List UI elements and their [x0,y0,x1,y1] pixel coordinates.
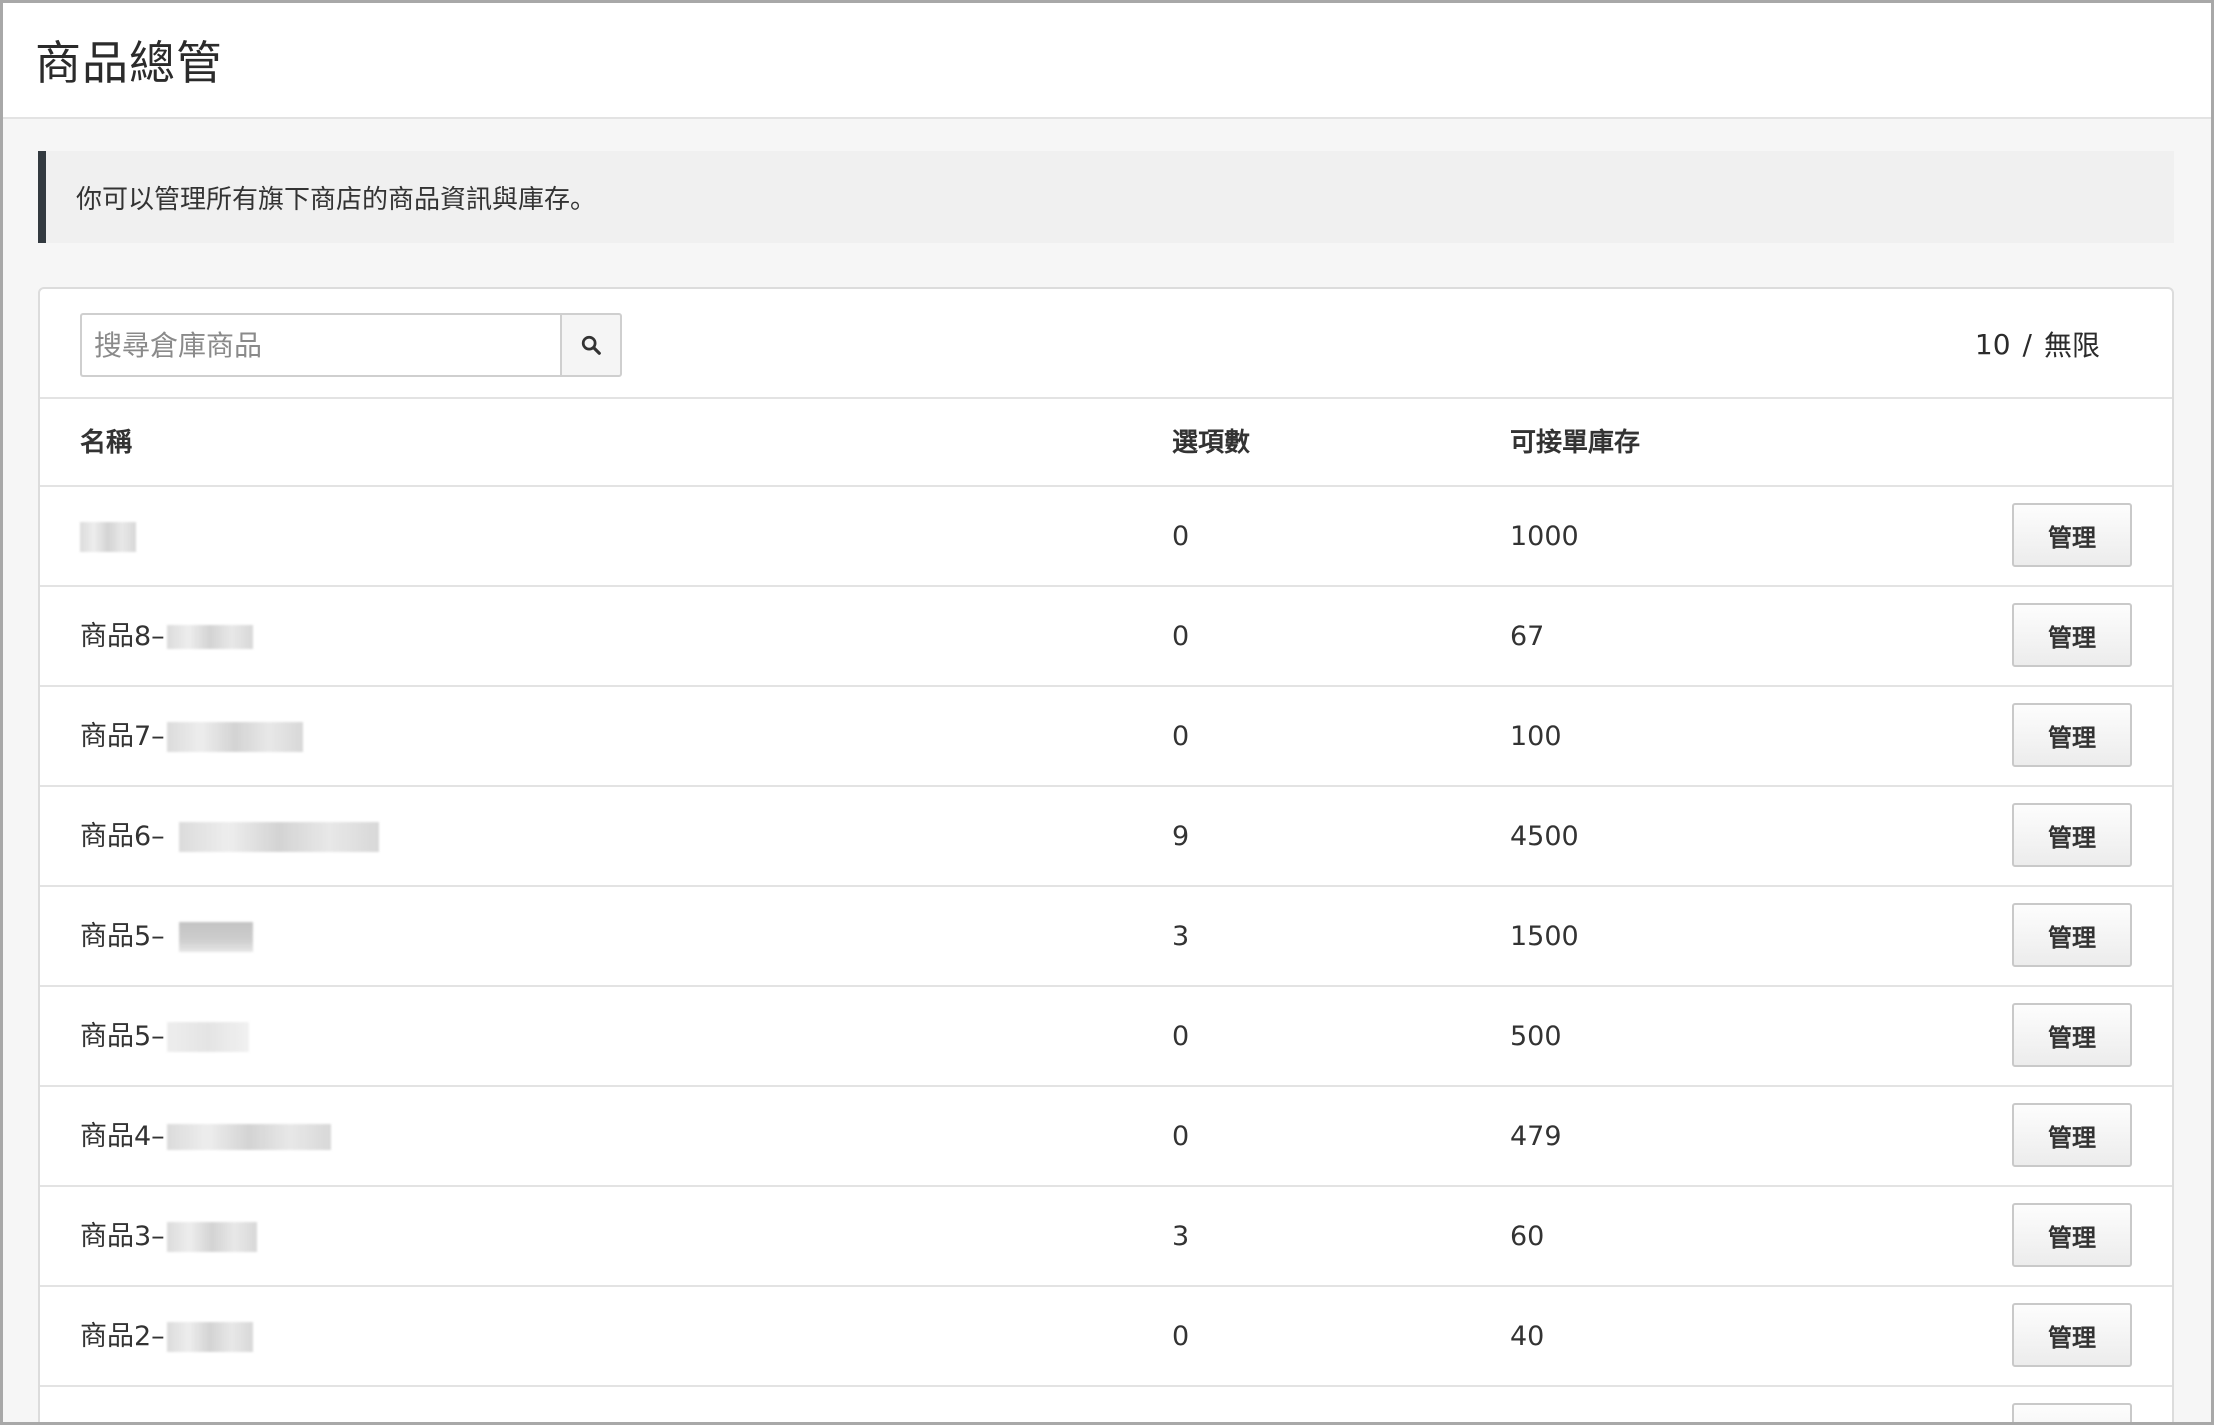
stock-count: 1000 [1510,521,1579,552]
redacted-text [166,1022,249,1052]
product-name-cell: 商品7– [80,687,303,787]
option-count: 0 [1172,721,1190,752]
stock-count: 4500 [1510,821,1579,852]
stock-count: 60 [1510,1221,1545,1252]
product-name-cell: 商品5– [80,887,253,987]
redacted-text [80,522,136,552]
product-card: 10 / 無限 名稱 選項數 可接單庫存 0 1000 管理 商 [38,287,2174,1422]
table-row: 商品5– 0 500 管理 [40,987,2172,1087]
header-stock: 可接單庫存 [1510,428,1641,458]
redacted-text [178,822,379,852]
stock-count: 40 [1510,1321,1545,1352]
option-count: 9 [1172,821,1190,852]
product-name: 商品4– [80,1121,165,1152]
table-row: 商品4– 0 479 管理 [40,1087,2172,1187]
manage-button[interactable]: 管理 [2012,803,2132,867]
option-count: 0 [1172,621,1190,652]
stock-count: 1500 [1510,921,1579,952]
table-toolbar: 10 / 無限 [40,289,2172,399]
manage-button[interactable]: 管理 [2012,1103,2132,1167]
manage-button[interactable]: 管理 [2012,603,2132,667]
option-count: 3 [1172,921,1190,952]
search-input[interactable] [80,313,560,377]
notice-text: 你可以管理所有旗下商店的商品資訊與庫存。 [76,184,597,215]
manage-button[interactable]: 管理 [2012,703,2132,767]
manage-button[interactable]: 管理 [2012,1403,2132,1422]
product-name: 商品7– [80,721,165,752]
table-row: 商品3– 3 60 管理 [40,1187,2172,1287]
redacted-text [178,922,253,952]
product-name: 商品5– [80,1021,165,1052]
page-header: 商品總管 [3,3,2211,119]
table-row: 0 1000 管理 [40,487,2172,587]
quota-used: 10 [1974,327,2011,361]
product-name: 商品3– [80,1221,165,1252]
stock-count: 500 [1510,1021,1562,1052]
manage-button[interactable]: 管理 [2012,903,2132,967]
search-button[interactable] [560,313,622,377]
product-name-cell [80,487,136,587]
redacted-text [166,1124,331,1150]
table-row: 商品2– 0 40 管理 [40,1287,2172,1387]
manage-button[interactable]: 管理 [2012,1303,2132,1367]
app-frame: 商品總管 你可以管理所有旗下商店的商品資訊與庫存。 10 / 無限 [0,0,2214,1425]
page-title: 商品總管 [35,36,223,90]
search-icon [581,335,601,355]
redacted-text [166,1222,257,1252]
info-notice: 你可以管理所有旗下商店的商品資訊與庫存。 [38,151,2174,243]
table-body: 0 1000 管理 商品8– 0 67 管理 商品7– 0 100 管理 商品6… [40,487,2172,1422]
product-name: 商品5– [80,921,165,952]
product-name-cell: 商品4– [80,1087,331,1187]
option-count: 0 [1172,1021,1190,1052]
stock-count: 479 [1510,1121,1562,1152]
option-count: 0 [1172,1121,1190,1152]
option-count: 0 [1172,521,1190,552]
product-quota: 10 / 無限 [1975,289,2100,399]
product-name-cell: 商品5– [80,987,249,1087]
quota-separator: / [2022,327,2032,361]
table-header: 名稱 選項數 可接單庫存 [40,399,2172,487]
table-row-partial: 管理 [40,1387,2172,1422]
search-group [80,313,622,377]
product-name-cell: 商品3– [80,1187,257,1287]
product-name-cell: 商品8– [80,587,253,687]
manage-button[interactable]: 管理 [2012,503,2132,567]
product-name: 商品2– [80,1321,165,1352]
product-name: 商品6– [80,821,165,852]
manage-button[interactable]: 管理 [2012,1003,2132,1067]
redacted-text [166,1322,253,1352]
option-count: 0 [1172,1321,1190,1352]
header-options: 選項數 [1172,428,1251,458]
quota-limit: 無限 [2043,329,2100,362]
manage-button[interactable]: 管理 [2012,1203,2132,1267]
redacted-text [166,625,253,649]
stock-count: 100 [1510,721,1562,752]
product-name-cell: 商品6– [80,787,379,887]
table-row: 商品8– 0 67 管理 [40,587,2172,687]
table-row: 商品6– 9 4500 管理 [40,787,2172,887]
redacted-text [166,722,303,752]
header-name: 名稱 [80,428,133,458]
option-count: 3 [1172,1221,1190,1252]
stock-count: 67 [1510,621,1545,652]
product-name: 商品8– [80,621,165,652]
table-row: 商品7– 0 100 管理 [40,687,2172,787]
table-row: 商品5– 3 1500 管理 [40,887,2172,987]
product-name-cell: 商品2– [80,1287,253,1387]
